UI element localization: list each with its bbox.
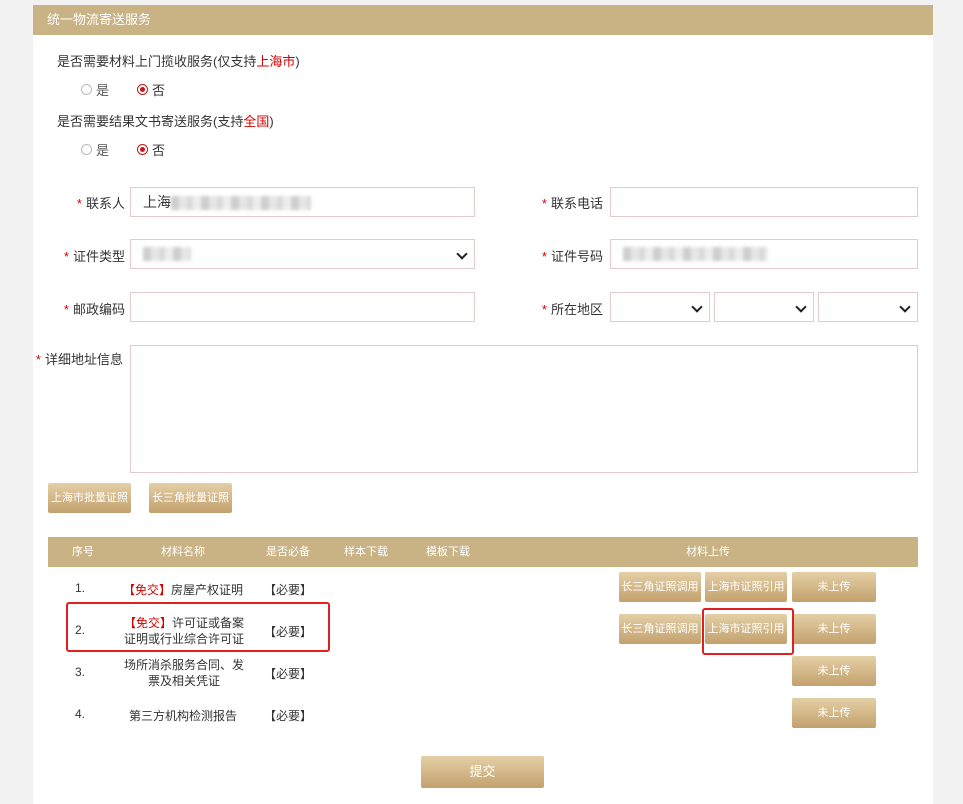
pickup-no-radio[interactable]: 否 [137,80,165,99]
row4-name: 第三方机构检测报告 [128,709,237,723]
city-select[interactable] [714,292,814,322]
col-template: 模板下载 [426,546,470,558]
phone-label: * 联系电话 [541,196,603,211]
highlight-box-row2-name [66,602,330,652]
chevron-down-icon [795,301,807,313]
idtype-select[interactable] [130,239,475,269]
shanghai-bulk-license-button[interactable]: 上海市批量证照 [48,483,131,513]
row2-upload-button[interactable]: 未上传 [792,614,876,644]
col-name: 材料名称 [161,546,205,558]
pickup-radio-group: 是 否 [81,80,193,98]
row3-required: 【必要】 [263,667,312,681]
highlight-box-row2-shanghai [702,608,794,655]
col-no: 序号 [72,546,94,558]
row4-upload-button[interactable]: 未上传 [792,698,876,728]
row3-no: 3. [74,665,85,679]
redacted-value [143,247,191,261]
province-select[interactable] [610,292,710,322]
address-textarea[interactable] [130,345,918,473]
row4-required: 【必要】 [263,709,312,723]
contact-input[interactable]: 上海 [130,187,475,217]
phone-input[interactable] [610,187,918,217]
col-upload: 材料上传 [686,546,730,558]
chevron-down-icon [899,301,911,313]
pickup-yes-radio[interactable]: 是 [81,80,109,99]
contact-label: * 联系人 [76,196,125,211]
row1-shanghai-license-button[interactable]: 上海市证照引用 [705,572,787,602]
address-label: * 详细地址信息 [35,352,123,367]
radio-selected-icon [137,83,149,95]
row3-name: 场所消杀服务合同、发 票及相关凭证 [123,658,244,688]
col-sample: 样本下载 [344,546,388,558]
delivery-no-radio[interactable]: 否 [137,140,165,159]
row4-no: 4. [74,707,85,721]
radio-circle-icon [81,143,92,155]
yrd-bulk-license-button[interactable]: 长三角批量证照 [149,483,232,513]
idtype-label: * 证件类型 [63,249,125,264]
idnum-label: * 证件号码 [541,249,603,264]
logistics-panel: 统一物流寄送服务 是否需要材料上门揽收服务(仅支持上海市) 是 否 是否需要结果… [33,5,933,804]
redacted-value [623,247,768,261]
section-title: 统一物流寄送服务 [33,5,933,35]
chevron-down-icon [691,301,703,313]
delivery-question: 是否需要结果文书寄送服务(支持全国) [57,114,274,129]
row2-yrd-license-button[interactable]: 长三角证照调用 [619,614,701,644]
postal-label: * 邮政编码 [63,302,125,317]
idnum-input[interactable] [610,239,918,269]
radio-circle-icon [81,83,92,95]
row1-upload-button[interactable]: 未上传 [792,572,876,602]
postal-input[interactable] [130,292,475,322]
district-select[interactable] [818,292,918,322]
row1-name: 【免交】房屋产权证明 [122,583,244,597]
radio-selected-icon [137,143,149,155]
materials-table-header: 序号 材料名称 是否必备 样本下载 模板下载 材料上传 [48,537,918,567]
delivery-yes-radio[interactable]: 是 [81,140,109,159]
col-required: 是否必备 [266,546,310,558]
pickup-question: 是否需要材料上门揽收服务(仅支持上海市) [57,54,300,69]
submit-button[interactable]: 提交 [421,756,544,788]
chevron-down-icon [456,248,468,260]
row1-yrd-license-button[interactable]: 长三角证照调用 [619,572,701,602]
redacted-value [171,196,311,211]
delivery-radio-group: 是 否 [81,140,193,158]
row3-upload-button[interactable]: 未上传 [792,656,876,686]
region-label: * 所在地区 [541,302,603,317]
row1-no: 1. [74,581,85,595]
row1-required: 【必要】 [263,583,312,597]
